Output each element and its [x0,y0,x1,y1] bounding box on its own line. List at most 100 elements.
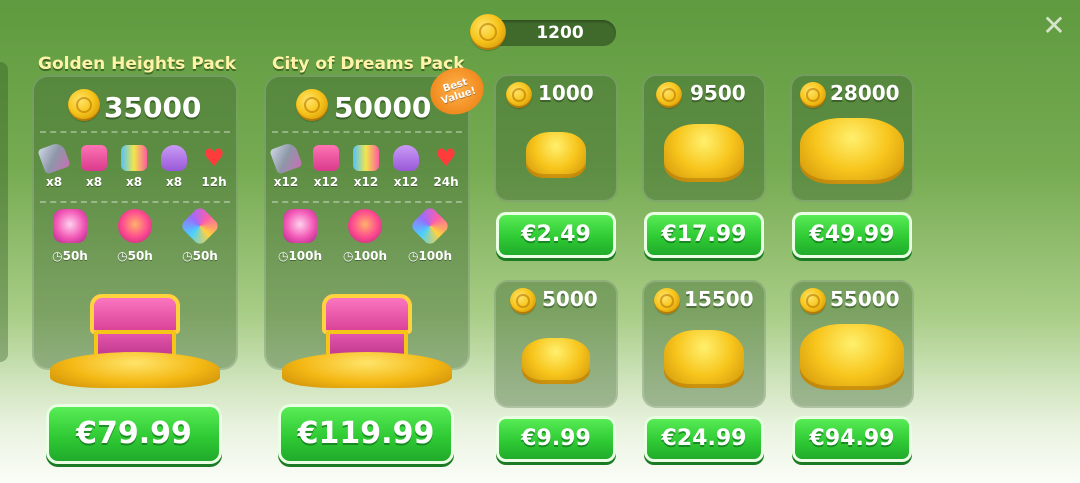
paint-roller-icon [353,145,379,171]
booster-item: ◷50h [45,209,95,263]
booster-duration: ◷100h [407,249,453,263]
treasure-chest-image [50,290,220,390]
hammer-icon [269,141,303,175]
coin-offer-tile: 5000 [494,280,618,408]
roller-item: x8 [116,145,152,189]
coin-icon [296,89,328,121]
paint-roller-icon [121,145,147,171]
booster-duration: ◷50h [52,249,88,263]
booster-2-icon [348,209,382,243]
buy-coins-button[interactable]: €94.99 [792,416,912,462]
divider [272,201,462,203]
booster-1-icon [53,209,87,243]
coin-offer-tile: 9500 [642,74,766,202]
coin-pile-image [800,324,904,390]
coin-balance: 1200 [470,14,616,50]
booster-item: ◷50h [175,205,225,263]
pack-coins-value: 50000 [334,91,432,124]
offer-coins: 5000 [542,287,598,311]
mower-item: x12 [308,145,344,189]
item-count: x12 [273,175,299,189]
divider [272,131,462,133]
coin-pile-image [664,124,744,182]
divider [40,131,230,133]
booster-item: ◷100h [340,209,390,263]
buy-city-of-dreams-button[interactable]: €119.99 [278,404,454,464]
mower-icon [313,145,339,171]
coin-balance-pill: 1200 [488,20,616,46]
lives-item: ♥ 12h [196,145,232,189]
coin-icon [800,288,826,314]
pack-coin-amount: 35000 [32,87,238,127]
booster-duration: ◷50h [182,249,218,263]
infinite-heart-icon: ♥ [203,144,225,172]
item-count: x8 [85,175,103,189]
booster-2-icon [118,209,152,243]
booster-3-icon [409,205,451,247]
coin-icon [506,82,532,108]
treasure-chest-image [282,290,452,390]
offer-coins: 28000 [830,81,900,105]
coin-icon [654,288,680,314]
buy-coins-button[interactable]: €24.99 [644,416,764,462]
pack-coins-value: 35000 [104,91,202,124]
coin-pile-image [800,118,904,184]
buy-coins-button[interactable]: €49.99 [792,212,912,258]
bucket-item: x8 [156,145,192,189]
mower-icon [81,145,107,171]
buy-coins-button[interactable]: €9.99 [496,416,616,462]
coin-offer-tile: 55000 [790,280,914,408]
coin-pile-image [664,330,744,388]
booster-item: ◷100h [275,209,325,263]
coin-offer-tile: 15500 [642,280,766,408]
item-count: x12 [393,175,419,189]
item-count: x8 [125,175,143,189]
golden-heights-pack: 35000 x8 x8 x8 x8 ♥ 12h ◷50h ◷50h ◷50h [32,75,238,388]
hammer-icon [37,141,71,175]
pack-title: City of Dreams Pack [272,54,465,74]
booster-3-icon [179,205,221,247]
coin-icon [470,14,506,50]
item-count: x12 [353,175,379,189]
offer-coins: 15500 [684,287,754,311]
coin-offer-tile: 28000 [790,74,914,202]
mower-item: x8 [76,145,112,189]
booster-duration: ◷100h [342,249,388,263]
paint-bucket-icon [161,145,187,171]
paint-bucket-icon [393,145,419,171]
coin-pile-image [526,132,586,178]
coin-pile-image [522,338,590,384]
offer-coins: 55000 [830,287,900,311]
booster-item: ◷100h [405,205,455,263]
city-of-dreams-pack: 50000 x12 x12 x12 x12 ♥ 24h ◷100h ◷100h ◷… [264,75,470,388]
bucket-item: x12 [388,145,424,189]
item-count: x12 [313,175,339,189]
coin-icon [656,82,682,108]
item-duration: 12h [201,175,227,189]
item-count: x8 [165,175,183,189]
coin-offer-tile: 1000 [494,74,618,202]
previous-pack-edge[interactable] [0,62,8,362]
booster-item: ◷50h [110,209,160,263]
booster-duration: ◷100h [277,249,323,263]
coin-icon [510,288,536,314]
hammer-item: x12 [268,141,304,189]
booster-duration: ◷50h [117,249,153,263]
offer-coins: 1000 [538,81,594,105]
item-count: x8 [45,175,63,189]
roller-item: x12 [348,145,384,189]
coin-balance-amount: 1200 [536,23,584,43]
buy-golden-heights-button[interactable]: €79.99 [46,404,222,464]
coin-icon [800,82,826,108]
infinite-heart-icon: ♥ [435,144,457,172]
lives-item: ♥ 24h [428,145,464,189]
divider [40,201,230,203]
item-duration: 24h [433,175,459,189]
pack-title: Golden Heights Pack [38,54,237,74]
buy-coins-button[interactable]: €17.99 [644,212,764,258]
hammer-item: x8 [36,141,72,189]
close-icon[interactable]: ✕ [1040,12,1068,40]
booster-1-icon [283,209,317,243]
coin-icon [68,89,100,121]
buy-coins-button[interactable]: €2.49 [496,212,616,258]
